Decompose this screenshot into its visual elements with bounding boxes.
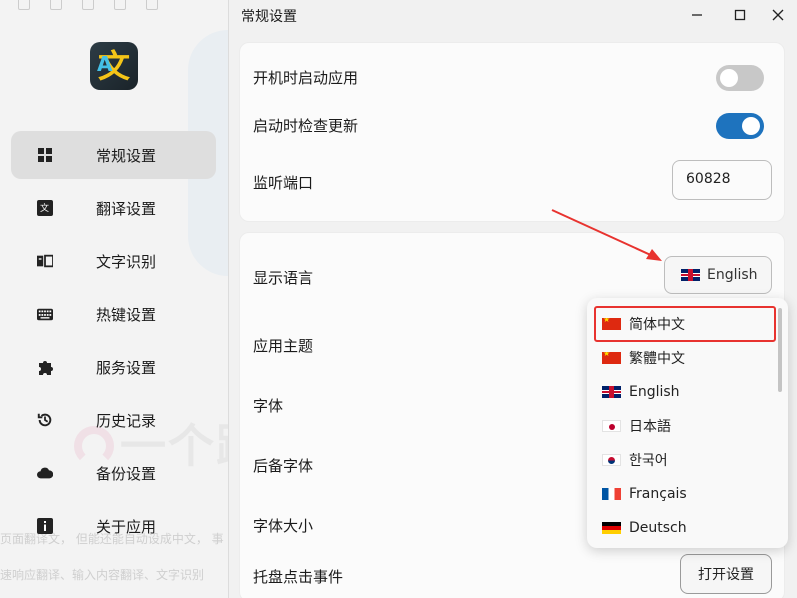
setting-row-check-update: 启动时检查更新 [240,101,784,149]
setting-row-launch-on-startup: 开机时启动应用 [240,53,784,101]
korea-flag-icon [602,454,621,466]
sidebar-item-about[interactable]: 关于应用 [11,502,216,550]
setting-row-port: 监听端口 60828 [240,160,784,208]
title-bar: 常规设置 [229,0,797,30]
minimize-icon [692,14,702,16]
germany-flag-icon [602,522,621,534]
setting-label: 启动时检查更新 [253,117,359,135]
sidebar-item-hotkey[interactable]: 热键设置 [11,290,216,338]
sidebar-item-general[interactable]: 常规设置 [11,131,216,179]
puzzle-icon [37,359,53,375]
sidebar-item-label: 服务设置 [96,358,157,377]
setting-label: 监听端口 [253,174,314,192]
uk-flag-icon [681,269,700,281]
sidebar: A 文 常规设置 文 翻译设置 文字识别 热键设置 服务设置 历史记录 备份设置… [0,0,228,598]
setting-row-tray-click: 托盘点击事件 打开设置 [240,554,784,598]
setting-label: 托盘点击事件 [253,568,344,586]
setting-row-language: 显示语言 English [240,256,784,304]
france-flag-icon [602,488,621,500]
sidebar-item-service[interactable]: 服务设置 [11,343,216,391]
language-option-label: 日本語 [629,419,671,435]
language-option[interactable]: Français [595,477,775,511]
port-input[interactable]: 60828 [672,160,772,200]
language-option[interactable]: English [595,375,775,409]
language-dropdown: 简体中文 繁體中文 English 日本語 한국어 Français Deuts… [587,298,788,548]
setting-label: 开机时启动应用 [253,69,359,87]
history-icon [37,412,53,428]
sidebar-item-ocr[interactable]: 文字识别 [11,237,216,285]
language-option-label: Français [629,486,687,502]
minimize-button[interactable] [686,4,708,26]
setting-label: 字体大小 [253,517,314,535]
china-flag-icon [602,352,621,364]
info-icon [37,518,53,534]
language-option-label: 繁體中文 [629,351,685,367]
language-option-label: Deutsch [629,520,687,536]
general-settings-card: 开机时启动应用 启动时检查更新 监听端口 60828 [239,42,785,222]
sidebar-item-label: 关于应用 [96,517,157,536]
app-logo: A 文 [90,42,138,90]
language-option[interactable]: 日本語 [595,409,775,443]
setting-label: 字体 [253,397,284,415]
language-option[interactable]: Deutsch [595,511,775,545]
language-option[interactable]: 한국어 [595,443,775,477]
sidebar-item-label: 历史记录 [96,411,157,430]
language-option-label: 한국어 [629,453,668,469]
sidebar-item-label: 备份设置 [96,464,157,483]
window-title: 常规设置 [241,9,297,25]
launch-on-startup-toggle[interactable] [716,65,764,91]
dropdown-scrollbar[interactable] [778,308,782,392]
language-option-label: 简体中文 [629,317,685,333]
china-flag-icon [602,318,621,330]
uk-flag-icon [602,386,621,398]
logo-letter-icon: A [97,52,113,76]
close-button[interactable] [767,4,789,26]
svg-text:文: 文 [40,202,49,214]
close-icon [772,9,784,21]
language-option[interactable]: 简体中文 [594,306,776,342]
toggle-knob [742,117,760,135]
grid-icon [37,147,53,163]
setting-label: 显示语言 [253,269,314,287]
toggle-knob [720,69,738,87]
translate-icon: 文 [37,200,53,216]
language-option[interactable]: 繁體中文 [595,341,775,375]
open-settings-button[interactable]: 打开设置 [680,554,772,594]
maximize-icon [734,9,746,21]
japan-flag-icon [602,420,621,432]
language-option-label: English [629,384,680,400]
sidebar-item-label: 热键设置 [96,305,157,324]
ocr-icon [37,253,53,269]
maximize-button[interactable] [729,4,751,26]
setting-label: 应用主题 [253,337,314,355]
sidebar-item-label: 翻译设置 [96,199,157,218]
setting-label: 后备字体 [253,457,314,475]
sidebar-item-history[interactable]: 历史记录 [11,396,216,444]
sidebar-item-backup[interactable]: 备份设置 [11,449,216,497]
sidebar-item-label: 文字识别 [96,252,157,271]
cloud-icon [37,465,53,481]
language-select[interactable]: English [664,256,772,294]
sidebar-item-label: 常规设置 [96,146,157,165]
check-update-toggle[interactable] [716,113,764,139]
sidebar-item-translate[interactable]: 文 翻译设置 [11,184,216,232]
language-select-value: English [707,267,758,283]
keyboard-icon [37,306,53,322]
